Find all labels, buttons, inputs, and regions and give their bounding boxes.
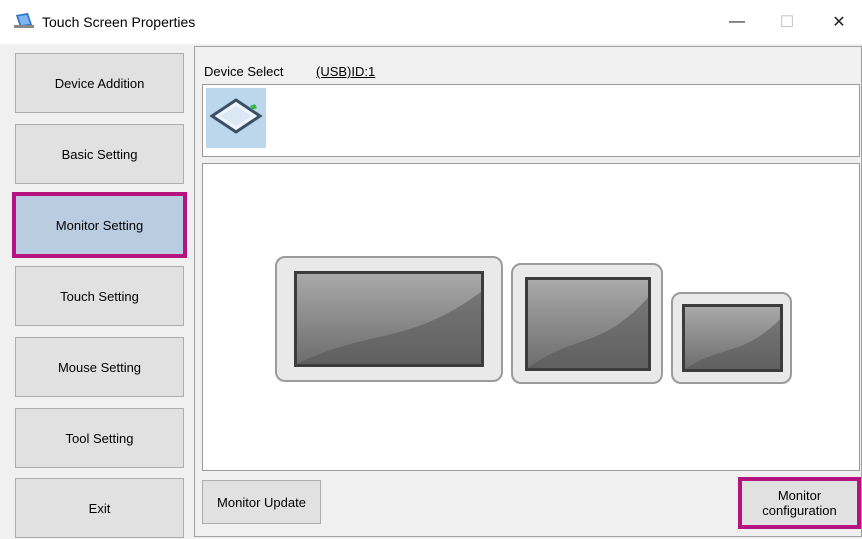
monitor-1[interactable] — [275, 256, 503, 382]
maximize-button[interactable]: ☐ — [764, 0, 810, 44]
monitor-configuration-button[interactable]: Monitor configuration — [738, 477, 861, 529]
device-select-label: Device Select — [204, 64, 284, 79]
monitor-update-button[interactable]: Monitor Update — [202, 480, 321, 524]
touch-screen-app-icon — [14, 13, 34, 28]
device-addition-button[interactable]: Device Addition — [15, 53, 184, 113]
title-bar: Touch Screen Properties — ☐ ✕ — [0, 0, 862, 44]
touch-setting-button[interactable]: Touch Setting — [15, 266, 184, 326]
monitor-2-screen — [525, 277, 651, 371]
basic-setting-button[interactable]: Basic Setting — [15, 124, 184, 184]
monitor-2[interactable] — [511, 263, 663, 384]
device-list — [202, 84, 860, 157]
mouse-setting-button[interactable]: Mouse Setting — [15, 337, 184, 397]
tool-setting-button[interactable]: Tool Setting — [15, 408, 184, 468]
device-id-link[interactable]: (USB)ID:1 — [316, 64, 375, 79]
close-button[interactable]: ✕ — [816, 0, 862, 44]
minimize-button[interactable]: — — [714, 0, 760, 44]
monitor-3-screen — [682, 304, 783, 372]
monitor-3[interactable] — [671, 292, 792, 384]
window-title: Touch Screen Properties — [42, 14, 196, 30]
exit-button[interactable]: Exit — [15, 478, 184, 538]
touch-device-icon[interactable] — [206, 88, 266, 148]
monitor-setting-button[interactable]: Monitor Setting — [12, 192, 187, 258]
monitor-1-screen — [294, 271, 484, 367]
